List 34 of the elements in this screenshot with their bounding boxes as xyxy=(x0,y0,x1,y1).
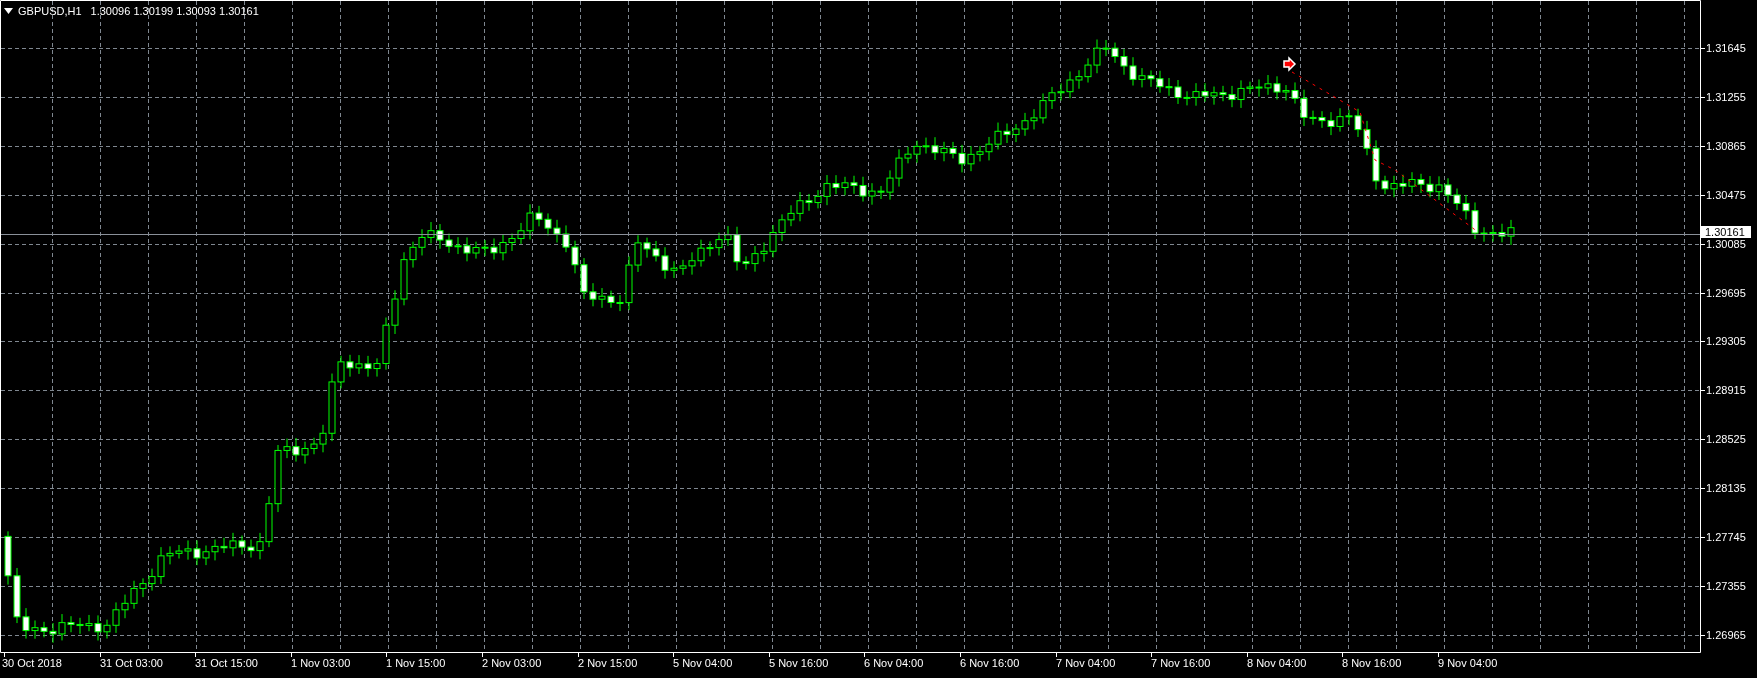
time-axis-label: 30 Oct 2018 xyxy=(2,657,62,670)
price-axis-label: 1.30085 xyxy=(1706,238,1746,250)
price-axis-label: 1.27745 xyxy=(1706,531,1746,543)
time-axis-label: 6 Nov 16:00 xyxy=(960,657,1020,670)
time-axis-label: 6 Nov 04:00 xyxy=(864,657,924,670)
price-axis-label: 1.29695 xyxy=(1706,287,1746,299)
price-axis-label: 1.28915 xyxy=(1706,384,1746,396)
trade-arrow-icon xyxy=(1283,56,1297,72)
price-axis-label: 1.28135 xyxy=(1706,482,1746,494)
price-axis-label: 1.29305 xyxy=(1706,335,1746,347)
price-axis-label: 1.31255 xyxy=(1706,91,1746,103)
time-axis-label: 9 Nov 04:00 xyxy=(1438,657,1498,670)
price-axis-label: 1.30865 xyxy=(1706,140,1746,152)
time-axis-label: 7 Nov 04:00 xyxy=(1056,657,1116,670)
price-axis-label: 1.27355 xyxy=(1706,580,1746,592)
time-axis-label: 8 Nov 04:00 xyxy=(1247,657,1307,670)
time-axis-label: 1 Nov 03:00 xyxy=(291,657,351,670)
price-axis-label: 1.28525 xyxy=(1706,433,1746,445)
time-axis-label: 5 Nov 04:00 xyxy=(673,657,733,670)
symbol-label: GBPUSD,H1 xyxy=(18,4,82,19)
dropdown-caret-icon[interactable] xyxy=(4,8,13,15)
time-axis-label: 31 Oct 03:00 xyxy=(100,657,163,670)
price-axis-label: 1.31645 xyxy=(1706,42,1746,54)
time-axis-label: 2 Nov 15:00 xyxy=(578,657,638,670)
ohlc-values: 1.30096 1.30199 1.30093 1.30161 xyxy=(90,4,259,19)
time-axis-label: 2 Nov 03:00 xyxy=(482,657,542,670)
current-price-label: 1.30161 xyxy=(1701,225,1751,238)
price-axis-label: 1.26965 xyxy=(1706,629,1746,641)
price-axis-label: 1.30475 xyxy=(1706,189,1746,201)
time-axis-label: 5 Nov 16:00 xyxy=(769,657,829,670)
time-axis-label: 8 Nov 16:00 xyxy=(1342,657,1402,670)
time-axis-label: 1 Nov 15:00 xyxy=(386,657,446,670)
time-axis-label: 7 Nov 16:00 xyxy=(1151,657,1211,670)
time-axis-label: 31 Oct 15:00 xyxy=(195,657,258,670)
